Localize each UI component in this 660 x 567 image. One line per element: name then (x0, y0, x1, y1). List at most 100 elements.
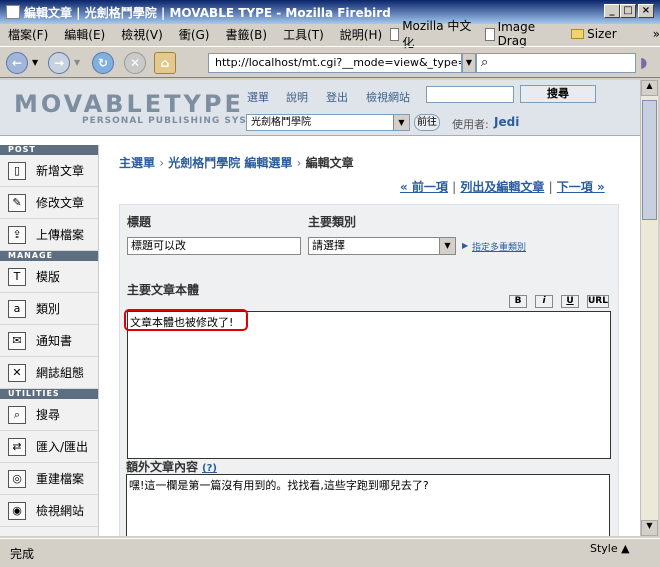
mail-icon: ✉ (8, 331, 26, 350)
prev-entry-link[interactable]: « 前一項 (400, 180, 448, 194)
throbber-icon: ◗ (640, 55, 648, 71)
sidebar-item-notifications[interactable]: ✉ 通知書 (0, 325, 98, 357)
vertical-scrollbar[interactable]: ▲ ▼ (640, 80, 658, 536)
stop-icon[interactable]: ✕ (124, 52, 146, 74)
breadcrumb: 主選單 › 光劍格鬥學院 編輯選單 › 編輯文章 (119, 156, 354, 170)
minimize-button[interactable]: _ (604, 4, 620, 18)
template-icon: T (8, 267, 26, 286)
sidebar-item-new-entry[interactable]: ▯ 新增文章 (0, 155, 98, 187)
next-entry-link[interactable]: 下一項 » (557, 180, 605, 194)
underline-button[interactable]: U (561, 295, 579, 308)
menu-go[interactable]: 衝(G) (179, 26, 210, 43)
forward-arrow-icon[interactable]: → (48, 52, 70, 74)
sidebar: POST ▯ 新增文章 ✎ 修改文章 ⇪ 上傳檔案 MANAGE T 模版 a 類別 ✉ 通… (0, 145, 99, 536)
bold-button[interactable]: B (509, 295, 527, 308)
search-input[interactable]: ⌕ (476, 53, 636, 73)
sidebar-item-rebuild[interactable]: ◎ 重建檔案 (0, 463, 98, 495)
home-icon[interactable]: ⌂ (154, 52, 176, 74)
bookmark-image-drag[interactable]: Image Drag (485, 20, 561, 48)
extended-help-link[interactable]: (?) (202, 463, 217, 474)
sidebar-section-utilities: UTILITIES (0, 389, 98, 399)
status-text: 完成 (10, 546, 35, 561)
style-switcher[interactable]: Style ▲ (590, 542, 630, 555)
forward-dropdown-icon[interactable]: ▼ (74, 58, 80, 67)
body-label: 主要文章本體 (127, 283, 200, 297)
close-button[interactable]: × (638, 4, 654, 18)
sidebar-item-import-export[interactable]: ⇄ 匯入/匯出 (0, 431, 98, 463)
address-dropdown-icon[interactable]: ▼ (462, 53, 476, 73)
menu-help[interactable]: 說明(H) (340, 26, 382, 43)
multi-category-link[interactable]: 指定多重類別 (472, 240, 526, 253)
navigation-toolbar: ← ▼ → ▼ ↻ ✕ ⌂ http://localhost/mt.cgi?__… (0, 46, 660, 78)
sidebar-item-categories[interactable]: a 類別 (0, 293, 98, 325)
category-label: 主要類別 (308, 215, 357, 229)
go-button[interactable]: 前往 (414, 114, 440, 131)
scroll-down-icon[interactable]: ▼ (641, 520, 658, 536)
extended-entry-textarea[interactable]: 嘿!這一欄是第一篇沒有用到的。找找看,這些字跑到哪兒去了? (126, 474, 610, 536)
breadcrumb-blog[interactable]: 光劍格鬥學院 編輯選單 (168, 156, 292, 170)
menu-view[interactable]: 檢視(V) (121, 26, 163, 43)
menu-edit[interactable]: 編輯(E) (64, 26, 105, 43)
upload-icon: ⇪ (8, 225, 26, 244)
page-icon (390, 27, 400, 41)
category-select[interactable]: 請選擇 ▼ (308, 237, 456, 255)
tools-icon: ✕ (8, 363, 26, 382)
folder-icon (571, 29, 585, 39)
blog-select[interactable]: 光劍格鬥學院 ▼ (246, 114, 410, 131)
italic-button[interactable]: i (535, 295, 553, 308)
back-dropdown-icon[interactable]: ▼ (32, 58, 38, 67)
sidebar-item-upload[interactable]: ⇪ 上傳檔案 (0, 219, 98, 251)
chevron-down-icon: ▼ (393, 115, 409, 130)
maximize-button[interactable]: □ (620, 4, 636, 18)
entry-body-textarea[interactable]: 文章本體也被修改了! (127, 311, 611, 459)
import-export-icon: ⇄ (8, 437, 26, 456)
rebuild-icon: ◎ (8, 469, 26, 488)
view-site-icon: ◉ (8, 501, 26, 520)
mt-header: MOVABLETYPE PERSONAL PUBLISHING SYSTEM 選… (0, 80, 640, 136)
status-bar: 完成 (0, 538, 660, 567)
list-entries-link[interactable]: 列出及編輯文章 (460, 180, 544, 194)
url-button[interactable]: URL (587, 295, 609, 308)
breadcrumb-home[interactable]: 主選單 (119, 156, 155, 170)
scroll-thumb[interactable] (642, 100, 657, 220)
title-field[interactable]: 標題可以改 (127, 237, 301, 255)
extended-label: 額外文章內容 (?) (126, 460, 217, 474)
bookmarks-toolbar: Mozilla 中文化 Image Drag Sizer » (390, 19, 660, 50)
search-icon: ⌕ (481, 55, 489, 70)
search-icon: ⌕ (8, 405, 26, 424)
arrow-right-icon: ▶ (462, 241, 469, 250)
logo-subtitle: PERSONAL PUBLISHING SYSTEM (82, 116, 272, 126)
scroll-up-icon[interactable]: ▲ (641, 80, 658, 96)
new-document-icon: ▯ (8, 161, 26, 180)
link-logout[interactable]: 登出 (326, 89, 348, 105)
menu-bookmarks[interactable]: 書籤(B) (225, 26, 267, 43)
link-help[interactable]: 說明 (286, 89, 308, 105)
reload-icon[interactable]: ↻ (92, 52, 114, 74)
chevron-down-icon: ▼ (439, 238, 455, 254)
edit-document-icon: ✎ (8, 193, 26, 212)
highlight-outline (124, 309, 248, 331)
window-title: 編輯文章 | 光劍格鬥學院 | MOVABLE TYPE - Mozilla F… (24, 5, 391, 20)
link-menu[interactable]: 選單 (247, 89, 269, 105)
user-name-link[interactable]: Jedi (494, 115, 519, 129)
title-label: 標題 (127, 215, 152, 229)
movable-type-logo: MOVABLETYPE (14, 90, 244, 118)
sidebar-section-manage: MANAGE (0, 251, 98, 261)
back-arrow-icon[interactable]: ← (6, 52, 28, 74)
bookmark-sizer[interactable]: Sizer (571, 27, 617, 41)
user-label: 使用者: (452, 118, 489, 131)
menu-tools[interactable]: 工具(T) (283, 26, 324, 43)
sidebar-item-search[interactable]: ⌕ 搜尋 (0, 399, 98, 431)
menu-file[interactable]: 檔案(F) (8, 26, 48, 43)
sidebar-item-view-site[interactable]: ◉ 檢視網站 (0, 495, 98, 527)
window-icon (6, 5, 20, 19)
link-view-site[interactable]: 檢視網站 (366, 89, 410, 105)
page-content: MOVABLETYPE PERSONAL PUBLISHING SYSTEM 選… (0, 80, 640, 536)
bookmarks-overflow-button[interactable]: » (653, 27, 660, 41)
sidebar-item-edit-entries[interactable]: ✎ 修改文章 (0, 187, 98, 219)
sidebar-item-config[interactable]: ✕ 網誌組態 (0, 357, 98, 389)
address-field[interactable]: http://localhost/mt.cgi?__mode=view&_typ… (208, 53, 462, 73)
mt-search-input[interactable] (426, 86, 514, 103)
mt-search-button[interactable]: 搜尋 (520, 85, 596, 103)
sidebar-item-templates[interactable]: T 模版 (0, 261, 98, 293)
